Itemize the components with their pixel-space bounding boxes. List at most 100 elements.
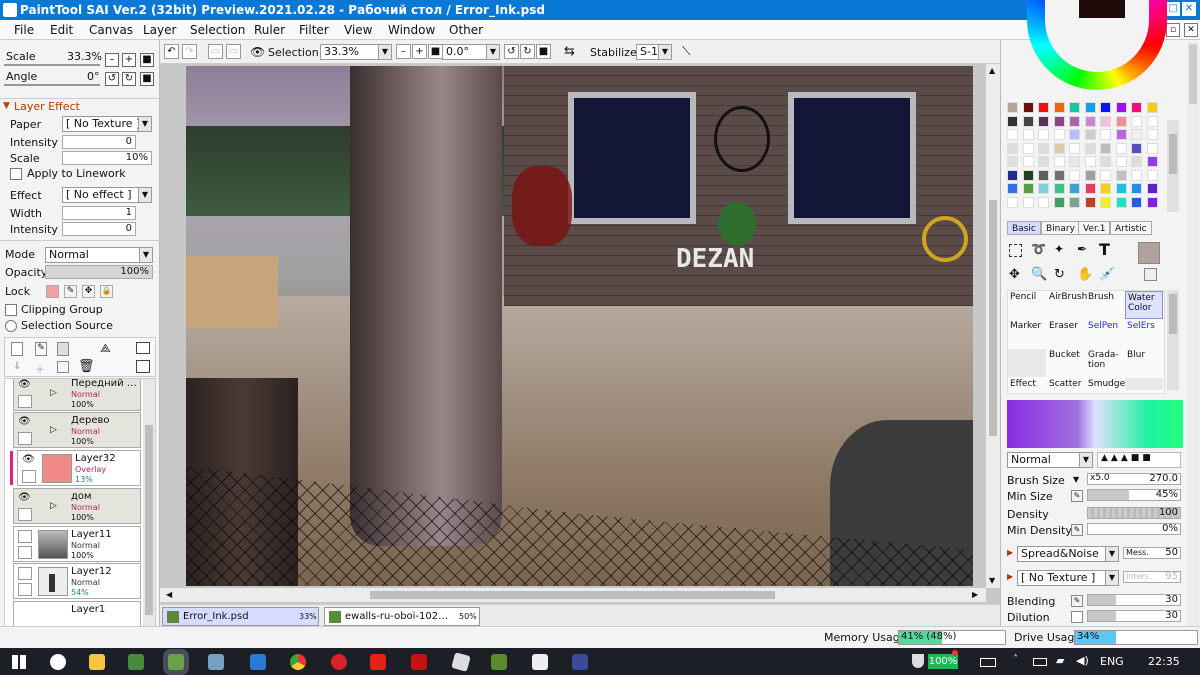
new-folder-icon[interactable] (57, 342, 69, 356)
density-slider[interactable]: 100 (1087, 507, 1181, 519)
min-density-pressure-icon[interactable]: ✎ (1071, 524, 1083, 536)
color-swatch[interactable] (1069, 156, 1080, 167)
color-swatch[interactable] (1038, 115, 1049, 127)
brush-scrollbar[interactable] (1167, 290, 1179, 390)
menu-other[interactable]: Other (449, 23, 483, 37)
transparent-color-swatch[interactable] (1144, 268, 1157, 281)
brush-tool-grada-tion[interactable]: Grada-tion (1086, 349, 1124, 377)
rotate-right-button[interactable]: ↻ (122, 72, 136, 86)
clock[interactable]: 22:35 (1148, 655, 1180, 668)
lock-draw-icon[interactable]: ✎ (64, 285, 77, 298)
layer-options-icon[interactable]: ⟁ (100, 341, 111, 356)
brush-tool-effect[interactable]: Effect (1008, 378, 1046, 390)
character-app-icon[interactable] (532, 654, 548, 670)
pen-tool-icon[interactable]: ✒ (1077, 242, 1087, 256)
brush-tool-pencil[interactable]: Pencil (1008, 291, 1046, 319)
color-swatch[interactable] (1022, 183, 1034, 194)
among-us-icon[interactable] (411, 654, 427, 670)
brush-size-mult-icon[interactable]: ▼ (1073, 475, 1079, 484)
color-swatch[interactable] (1007, 156, 1018, 167)
brush-tool-brush[interactable]: Brush (1086, 291, 1124, 319)
panel-scrollbar[interactable] (1187, 42, 1199, 646)
color-swatch[interactable] (1069, 115, 1080, 127)
photos-icon[interactable] (208, 654, 224, 670)
menu-edit[interactable]: Edit (50, 23, 73, 37)
color-swatch[interactable] (1115, 115, 1127, 127)
battery-tray-icon[interactable] (1033, 658, 1047, 666)
tool-tab-binary[interactable]: Binary (1041, 221, 1080, 235)
select-all-button[interactable]: ▭ (226, 44, 241, 59)
color-swatch[interactable] (1007, 115, 1018, 127)
color-swatch[interactable] (1053, 156, 1065, 167)
dilution-checkbox[interactable] (1071, 611, 1083, 623)
color-swatch[interactable] (1038, 169, 1049, 181)
color-swatch[interactable] (1069, 169, 1080, 181)
select-rect-icon[interactable] (1009, 244, 1022, 257)
color-swatch[interactable] (1131, 169, 1142, 181)
color-swatch[interactable] (1146, 169, 1158, 181)
layer-32[interactable]: 👁 Layer32 Overlay 13% (10, 450, 141, 486)
layer-select-checkbox[interactable] (18, 583, 32, 596)
selection-eye-icon[interactable]: 👁 (250, 45, 265, 59)
inters-slider[interactable]: Inters. 95 (1123, 571, 1181, 583)
rotate-tool-icon[interactable]: ↻ (1054, 267, 1065, 282)
brush-tool-scatter[interactable]: Scatter (1047, 378, 1085, 390)
visibility-eye-icon[interactable]: 👁 (18, 416, 32, 428)
brush-tool-selpen[interactable]: SelPen (1086, 320, 1124, 348)
layer-settings-icon[interactable] (136, 360, 150, 373)
brush-tool-eraser[interactable]: Eraser (1047, 320, 1085, 348)
redo-button[interactable]: ↷ (182, 44, 197, 59)
youtube-icon[interactable] (370, 654, 386, 670)
color-swatch[interactable] (1115, 183, 1127, 194)
color-swatch[interactable] (1146, 129, 1158, 140)
mess-slider[interactable]: Mess. 50 (1123, 547, 1181, 559)
blend-mode-select[interactable]: Normal ▼ (45, 247, 153, 263)
color-swatch[interactable] (1007, 196, 1018, 208)
menu-window[interactable]: Window (388, 23, 435, 37)
color-swatch[interactable] (1115, 102, 1127, 113)
dilution-slider[interactable]: 30 (1087, 610, 1181, 622)
color-swatch[interactable] (1115, 142, 1127, 154)
scale-slider[interactable] (4, 64, 100, 66)
menu-ruler[interactable]: Ruler (254, 23, 285, 37)
file-tab-error-ink[interactable]: Error_Ink.psd 33% (162, 607, 319, 626)
layer-select-checkbox[interactable] (18, 508, 32, 521)
scroll-up-icon[interactable]: ▲ (989, 66, 995, 75)
transfer-down-icon[interactable]: ⇓ (13, 361, 21, 372)
color-swatch[interactable] (1069, 183, 1080, 194)
new-layer-icon[interactable] (11, 342, 23, 356)
hand-tool-icon[interactable]: ✋ (1077, 267, 1093, 282)
color-swatch[interactable] (1084, 129, 1096, 140)
lock-transparency-icon[interactable] (46, 285, 59, 298)
min-size-pressure-icon[interactable]: ✎ (1071, 490, 1083, 502)
swatch-scrollbar[interactable] (1167, 120, 1179, 212)
layer-11[interactable]: Layer11 Normal 100% (13, 526, 141, 562)
color-swatch[interactable] (1022, 142, 1034, 154)
volume-tray-icon[interactable]: ◀) (1076, 654, 1089, 667)
color-swatch[interactable] (1038, 129, 1049, 140)
color-swatch[interactable] (1131, 115, 1142, 127)
color-swatch[interactable] (1146, 156, 1158, 167)
color-swatch[interactable] (1007, 142, 1018, 154)
color-swatch[interactable] (1022, 102, 1034, 113)
current-color-square[interactable] (1079, 0, 1125, 18)
brush-tool-selers[interactable]: SelErs (1125, 320, 1163, 348)
color-swatch[interactable] (1131, 183, 1142, 194)
color-swatch[interactable] (1038, 156, 1049, 167)
brush-texture-select[interactable]: [ No Texture ] ▼ (1017, 570, 1119, 586)
color-swatch[interactable] (1131, 102, 1142, 113)
selection-source-radio[interactable] (5, 320, 17, 332)
color-swatch[interactable] (1100, 102, 1111, 113)
paper-select[interactable]: [ No Texture ] ▼ (62, 116, 152, 132)
rotate-left-toolbar-button[interactable]: ↺ (504, 44, 519, 59)
zoom-in-button[interactable]: + (122, 53, 136, 67)
tool-tab-ver1[interactable]: Ver.1 (1078, 221, 1111, 235)
canvas-area[interactable]: DEZAN ▲ ▼ ◀ ▶ (160, 64, 1000, 604)
primary-color-swatch[interactable] (1138, 242, 1160, 264)
deselect-button[interactable]: ▭ (208, 44, 223, 59)
layer-select-checkbox[interactable] (22, 470, 36, 483)
color-swatch[interactable] (1053, 142, 1065, 154)
apply-linework-checkbox[interactable] (10, 168, 22, 180)
undo-button[interactable]: ↶ (164, 44, 179, 59)
spread-expand-icon[interactable]: ▶ (1007, 548, 1013, 557)
